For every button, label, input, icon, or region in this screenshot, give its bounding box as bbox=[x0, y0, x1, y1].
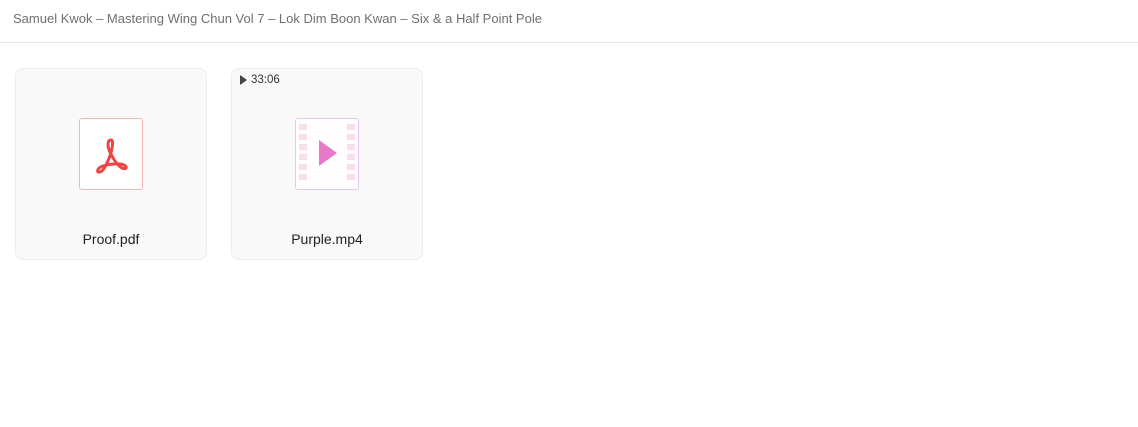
duration-text: 33:06 bbox=[251, 74, 280, 86]
file-name: Proof.pdf bbox=[82, 231, 140, 247]
file-grid: Proof.pdf 33:06 Purple.mp4 bbox=[15, 68, 423, 260]
file-card-video[interactable]: 33:06 Purple.mp4 bbox=[231, 68, 423, 260]
pdf-icon bbox=[79, 118, 143, 190]
duration-badge: 33:06 bbox=[240, 74, 280, 86]
file-card-pdf[interactable]: Proof.pdf bbox=[15, 68, 207, 260]
breadcrumb: Samuel Kwok – Mastering Wing Chun Vol 7 … bbox=[13, 11, 542, 26]
file-name: Purple.mp4 bbox=[291, 231, 363, 247]
top-bar: Samuel Kwok – Mastering Wing Chun Vol 7 … bbox=[0, 0, 1138, 43]
play-icon bbox=[240, 75, 247, 85]
video-file-icon bbox=[295, 118, 359, 190]
